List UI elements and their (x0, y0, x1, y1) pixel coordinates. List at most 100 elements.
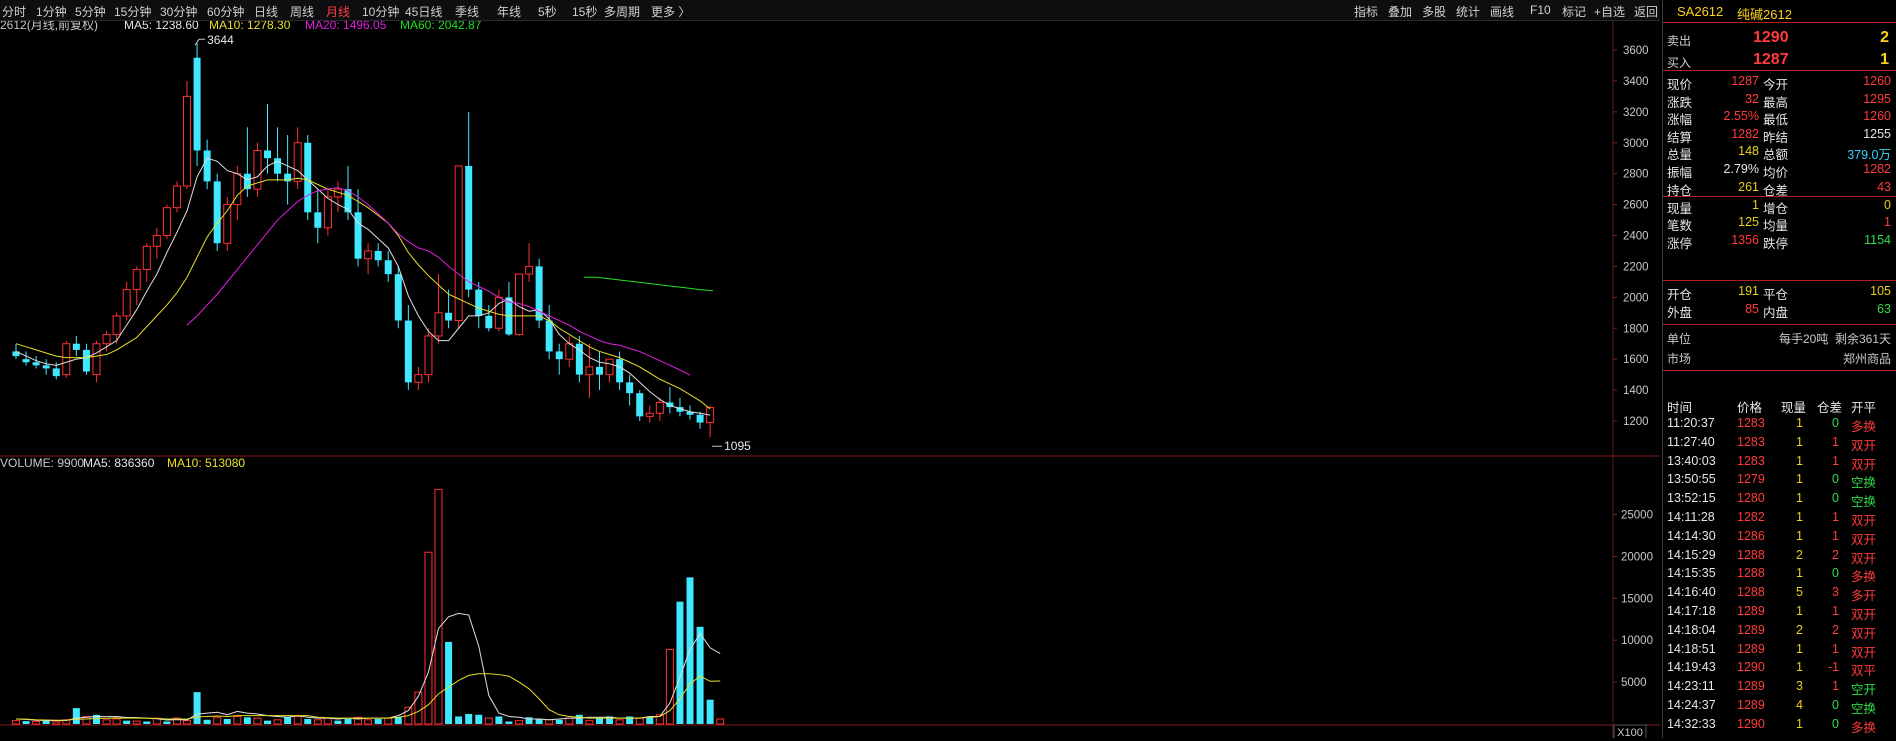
volume-bar (445, 641, 453, 724)
tick-cell: 14:11:28 (1667, 510, 1715, 524)
volume-bar (273, 719, 282, 725)
tick-row[interactable]: 11:27:40 1283 1 1 双开 (1667, 434, 1895, 453)
period-tab[interactable]: 更多 〉 (651, 3, 690, 20)
period-tab[interactable]: 季线 (455, 3, 479, 20)
candle-body (293, 142, 302, 182)
tool-button[interactable]: 多股 (1422, 3, 1446, 20)
tick-cell: 1289 (1737, 641, 1765, 656)
tick-cell: 2 (1832, 622, 1839, 637)
tool-button[interactable]: F10 (1530, 3, 1551, 17)
buy-price: 1287 (1753, 51, 1789, 68)
unit-label: 单位 (1667, 332, 1692, 346)
vol-tick-label: 25000 (1621, 510, 1653, 522)
period-tab[interactable]: 年线 (497, 3, 521, 20)
tool-button[interactable]: 画线 (1490, 3, 1514, 20)
period-tab[interactable]: 60分钟 (207, 3, 244, 20)
tick-header-cell: 价格 (1737, 401, 1763, 415)
quote-value: 191 (1738, 284, 1759, 298)
candle-body (465, 165, 473, 290)
period-tab[interactable]: 日线 (254, 3, 278, 20)
tick-cell: 3 (1832, 585, 1839, 600)
tick-row[interactable]: 14:15:35 1288 1 0 多换 (1667, 565, 1895, 584)
tool-button[interactable]: +自选 (1594, 3, 1625, 20)
volume-bar (434, 488, 443, 725)
volume-ma5-line (15, 612, 721, 722)
tick-cell: 0 (1832, 416, 1839, 430)
tick-row[interactable]: 14:14:30 1286 1 1 双开 (1667, 528, 1895, 547)
tick-cell: 空换 (1851, 702, 1877, 716)
period-tab[interactable]: 月线 (326, 3, 350, 20)
tool-button[interactable]: 叠加 (1388, 3, 1412, 20)
vol-tick-label: 5000 (1621, 677, 1647, 689)
tick-cell: 双开 (1851, 645, 1877, 660)
tick-row[interactable]: 13:50:55 1279 1 0 空换 (1667, 471, 1895, 490)
volume-bar (465, 713, 473, 724)
candle-body (193, 57, 201, 151)
candle-body (132, 269, 141, 291)
candle-body (264, 150, 271, 159)
tick-row[interactable]: 11:20:37 1283 1 0 多换 (1667, 415, 1895, 434)
quote-label: 涨停 (1667, 236, 1693, 251)
tick-row[interactable]: 14:17:18 1289 1 1 双开 (1667, 603, 1895, 622)
tick-row[interactable]: 14:19:43 1290 1 -1 双平 (1667, 659, 1895, 678)
kline-chart-area[interactable]: 2612(月线,前复权) MA5: 1238.60 MA10: 1278.30 MA2… (0, 17, 1660, 740)
tick-row[interactable]: 14:24:37 1289 4 0 空换 (1667, 697, 1895, 716)
tick-cell: 1 (1796, 604, 1803, 618)
ma10-label: MA10: 1278.30 (209, 21, 291, 32)
tick-cell: 1 (1796, 660, 1803, 675)
tick-row[interactable]: 14:18:51 1289 1 1 双开 (1667, 641, 1895, 660)
candle-body (595, 366, 603, 375)
tick-row[interactable]: 14:23:11 1289 3 1 空开 (1667, 678, 1895, 697)
tick-cell: 14:17:18 (1667, 604, 1716, 618)
period-tab[interactable]: 多周期 (604, 3, 640, 20)
period-tab[interactable]: 10分钟 (362, 3, 399, 20)
period-tab[interactable]: 周线 (290, 3, 314, 20)
tick-row[interactable]: 14:16:40 1288 5 3 多开 (1667, 584, 1895, 603)
quote-value: 85 (1745, 301, 1759, 316)
y-tick-label: 3600 (1623, 45, 1649, 57)
tick-row[interactable]: 14:32:33 1290 1 0 多换 (1667, 716, 1895, 735)
tick-row[interactable]: 14:18:04 1289 2 2 双开 (1667, 622, 1895, 641)
tick-cell: 14:18:51 (1667, 641, 1716, 656)
tool-button[interactable]: 指标 (1354, 3, 1378, 20)
tool-button[interactable]: 统计 (1456, 3, 1480, 20)
tool-button[interactable]: 标记 (1562, 3, 1586, 20)
tick-cell: 1 (1832, 604, 1839, 618)
kline-chart-svg[interactable]: 2612(月线,前复权) MA5: 1238.60 MA10: 1278.30 MA2… (0, 17, 1660, 740)
divider (1663, 324, 1896, 325)
period-tab[interactable]: 5分钟 (75, 3, 106, 20)
candle-body (52, 368, 60, 377)
quote-value: 1260 (1863, 74, 1891, 88)
tick-cell: 1286 (1737, 528, 1765, 543)
sell-price: 1290 (1753, 29, 1789, 46)
tick-row[interactable]: 14:11:28 1282 1 1 双开 (1667, 509, 1895, 528)
tick-cell: 14:16:40 (1667, 585, 1716, 600)
period-tab[interactable]: 分时 (2, 3, 26, 20)
volume-bar (696, 626, 704, 724)
quote-value: 1287 (1731, 74, 1759, 88)
period-tab[interactable]: 45日线 (405, 3, 442, 20)
period-tab[interactable]: 15分钟 (114, 3, 151, 20)
period-tab[interactable]: 30分钟 (160, 3, 197, 20)
period-tab[interactable]: 15秒 (572, 3, 597, 20)
tick-row[interactable]: 14:15:29 1288 2 2 双开 (1667, 547, 1895, 566)
tick-row[interactable]: 13:52:15 1280 1 0 空换 (1667, 490, 1895, 509)
candle-body (122, 289, 131, 317)
tick-cell: 1289 (1737, 604, 1765, 618)
period-tab[interactable]: 5秒 (538, 3, 557, 20)
tick-row[interactable]: 13:40:03 1283 1 1 双开 (1667, 453, 1895, 472)
volume-bar (706, 699, 714, 724)
tool-button[interactable]: 返回 (1634, 3, 1658, 20)
candle-body (172, 185, 181, 209)
tick-cell: 0 (1832, 566, 1839, 581)
y-tick-label: 1600 (1623, 354, 1649, 366)
candle-body (142, 245, 151, 271)
tick-cell: 14:24:37 (1667, 698, 1716, 712)
tick-cell: 14:15:35 (1667, 566, 1716, 581)
volume-bar (555, 719, 563, 724)
volume-bar (615, 719, 624, 725)
candle-body (364, 250, 373, 260)
candle-body (62, 343, 71, 376)
period-tab[interactable]: 1分钟 (36, 3, 67, 20)
candle-body (605, 358, 614, 376)
